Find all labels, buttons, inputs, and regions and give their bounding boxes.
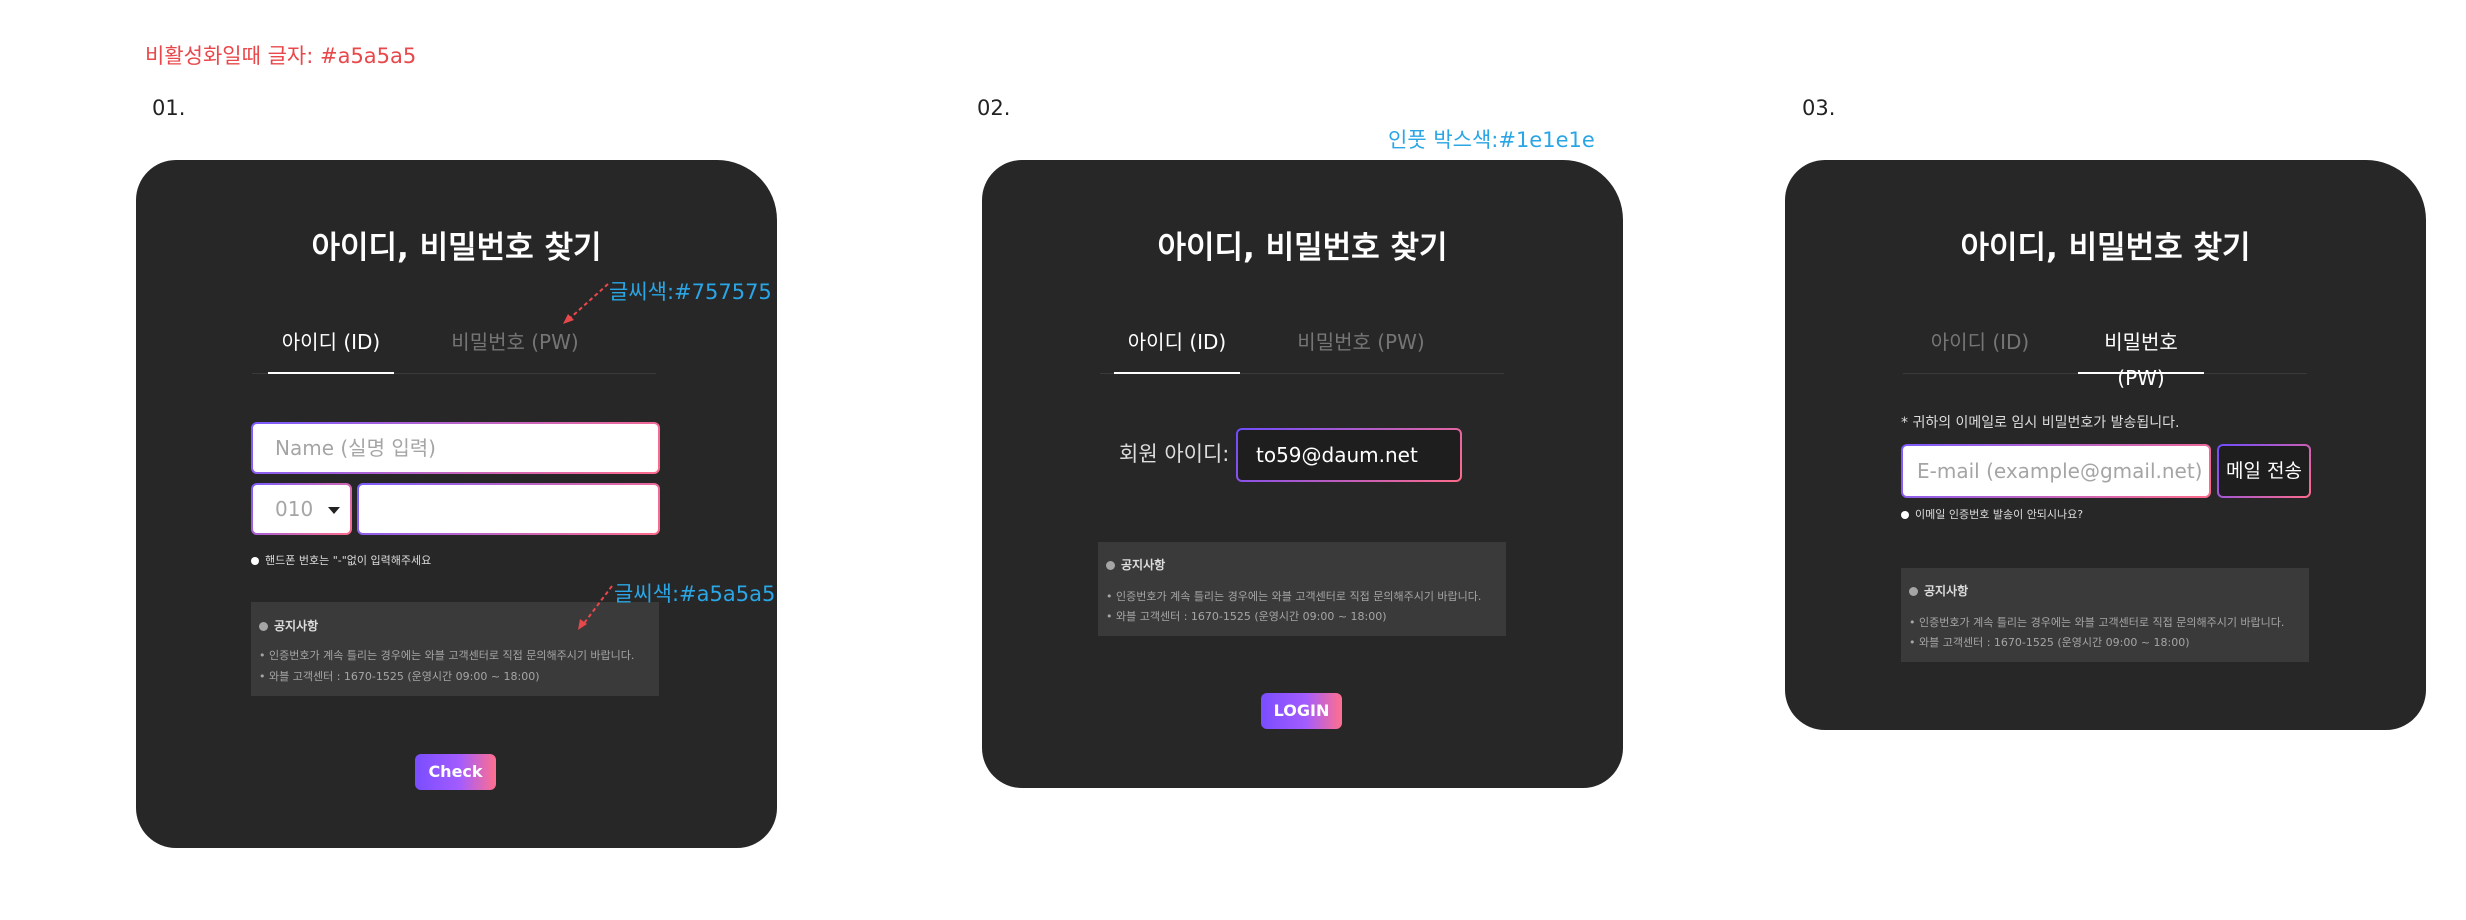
disabled-text-note: 비활성화일때 글자: #a5a5a5: [145, 44, 417, 68]
notice-title-text: 공지사항: [1924, 584, 1969, 598]
chevron-down-icon: [328, 507, 340, 514]
name-input[interactable]: Name (실명 입력): [251, 422, 660, 474]
notice-line-2: • 와블 고객센터 : 1670-1525 (운영시간 09:00 ~ 18:0…: [259, 670, 540, 683]
notice-title: 공지사항: [1909, 582, 1968, 599]
annotation-arrow-a5a5a5: [578, 585, 613, 630]
step-number-3: 03.: [1802, 96, 1836, 120]
send-mail-button[interactable]: 메일 전송: [2217, 444, 2311, 498]
notice-line-1: • 인증번호가 계속 틀리는 경우에는 와블 고객센터로 직접 문의해주시기 바…: [259, 649, 635, 662]
card-title: 아이디, 비밀번호 찾기: [1960, 230, 2251, 266]
notice-bullet-icon: [1106, 561, 1115, 570]
notice-line-2: • 와블 고객센터 : 1670-1525 (운영시간 09:00 ~ 18:0…: [1106, 610, 1387, 623]
step-number-1: 01.: [152, 96, 186, 120]
notice-title-text: 공지사항: [1121, 558, 1166, 572]
find-account-card-1: 아이디, 비밀번호 찾기 아이디 (ID) 비밀번호 (PW) Name (실명…: [136, 160, 777, 848]
input-box-color-note: 인풋 박스색:#1e1e1e: [1388, 128, 1595, 152]
annotation-arrow-757575: [563, 283, 609, 324]
tab-bar: 아이디 (ID) 비밀번호 (PW): [1903, 324, 2307, 390]
phone-prefix-select[interactable]: 010: [251, 483, 352, 535]
tab-password[interactable]: 비밀번호 (PW): [424, 324, 606, 374]
phone-hint: 핸드폰 번호는 "-"없이 입력해주세요: [251, 552, 431, 568]
tab-password[interactable]: 비밀번호 (PW): [1270, 324, 1452, 374]
notice-box: 공지사항 • 인증번호가 계속 틀리는 경우에는 와블 고객센터로 직접 문의해…: [1098, 542, 1506, 636]
tab-bar: 아이디 (ID) 비밀번호 (PW): [252, 324, 656, 374]
login-button[interactable]: LOGIN: [1261, 693, 1342, 729]
card-title: 아이디, 비밀번호 찾기: [1157, 230, 1448, 266]
text-color-a5a5a5-note: 글씨색:#a5a5a5: [614, 582, 776, 606]
notice-title-text: 공지사항: [274, 619, 319, 633]
notice-bullet-icon: [1909, 587, 1918, 596]
tab-password[interactable]: 비밀번호 (PW): [2078, 324, 2204, 390]
tab-bar: 아이디 (ID) 비밀번호 (PW): [1100, 324, 1504, 374]
phone-prefix-value: 010: [275, 497, 314, 521]
phone-number-input[interactable]: [357, 483, 660, 535]
member-id-label: 회원 아이디:: [1119, 442, 1230, 466]
notice-line-1: • 인증번호가 계속 틀리는 경우에는 와블 고객센터로 직접 문의해주시기 바…: [1106, 590, 1482, 603]
notice-box: 공지사항 • 인증번호가 계속 틀리는 경우에는 와블 고객센터로 직접 문의해…: [1901, 568, 2309, 662]
email-hint: 이메일 인증번호 발송이 안되시나요?: [1901, 506, 2083, 522]
tab-id[interactable]: 아이디 (ID): [268, 324, 394, 374]
email-hint-text: 이메일 인증번호 발송이 안되시나요?: [1915, 508, 2084, 521]
phone-hint-text: 핸드폰 번호는 "-"없이 입력해주세요: [265, 554, 432, 567]
email-input[interactable]: E-mail (example@gmail.net): [1901, 444, 2211, 498]
notice-line-1: • 인증번호가 계속 틀리는 경우에는 와블 고객센터로 직접 문의해주시기 바…: [1909, 616, 2285, 629]
text-color-757575-note: 글씨색:#757575: [609, 280, 772, 304]
notice-bullet-icon: [259, 622, 268, 631]
check-button[interactable]: Check: [415, 754, 496, 790]
card-title: 아이디, 비밀번호 찾기: [311, 230, 602, 266]
tab-id[interactable]: 아이디 (ID): [1114, 324, 1240, 374]
notice-line-2: • 와블 고객센터 : 1670-1525 (운영시간 09:00 ~ 18:0…: [1909, 636, 2190, 649]
notice-title: 공지사항: [259, 617, 318, 634]
step-number-2: 02.: [977, 96, 1011, 120]
notice-title: 공지사항: [1106, 556, 1165, 573]
find-account-card-2: 아이디, 비밀번호 찾기 아이디 (ID) 비밀번호 (PW) 회원 아이디: …: [982, 160, 1623, 788]
member-id-field: to59@daum.net: [1236, 428, 1462, 482]
bullet-icon: [1901, 511, 1909, 519]
find-account-card-3: 아이디, 비밀번호 찾기 아이디 (ID) 비밀번호 (PW) * 귀하의 이메…: [1785, 160, 2426, 730]
email-notice: * 귀하의 이메일로 임시 비밀번호가 발송됩니다.: [1901, 415, 2180, 431]
tab-id[interactable]: 아이디 (ID): [1917, 324, 2043, 374]
bullet-icon: [251, 557, 259, 565]
